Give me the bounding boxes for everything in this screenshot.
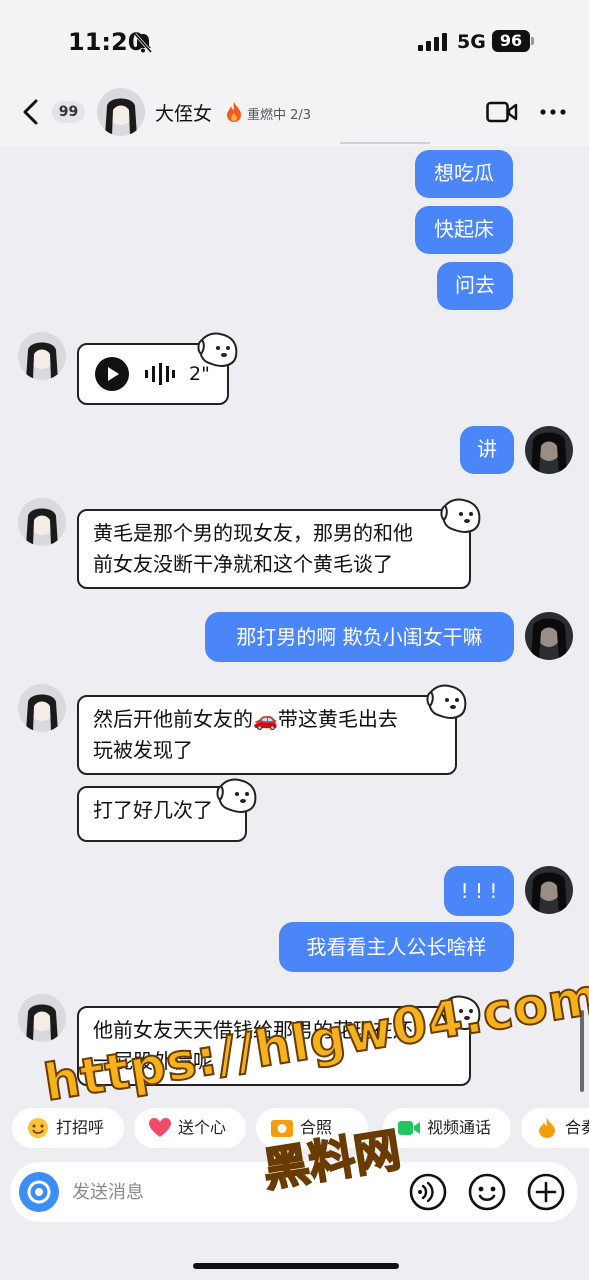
message-sent[interactable]: 讲 — [460, 426, 514, 474]
chip-label: 视频通话 — [427, 1118, 492, 1137]
video-call-icon[interactable] — [486, 100, 518, 124]
smile-emoji-icon — [28, 1118, 48, 1138]
avatar-image — [18, 994, 66, 1042]
avatar-image — [18, 684, 66, 732]
dog-bubble-decoration-icon — [197, 332, 238, 367]
my-avatar[interactable] — [525, 612, 573, 660]
play-icon[interactable] — [95, 357, 129, 391]
message-line: 前女友没断干净就和这个黄毛谈了 — [93, 552, 393, 576]
video-call-icon — [398, 1121, 420, 1135]
signal-icon — [418, 33, 447, 51]
message-line: 玩被发现了 — [93, 738, 193, 762]
quick-action-greet[interactable]: 打招呼 — [12, 1108, 124, 1148]
camera-button[interactable] — [19, 1172, 59, 1212]
heart-icon — [149, 1118, 171, 1137]
plus-icon[interactable] — [526, 1172, 566, 1212]
message-received[interactable]: 黄毛是那个男的现女友，那男的和他 前女友没断干净就和这个黄毛谈了 — [77, 509, 471, 589]
message-sent[interactable]: 想吃瓜 — [415, 150, 513, 198]
bell-muted-icon — [133, 33, 153, 53]
back-icon[interactable] — [20, 98, 42, 126]
network-type: 5G — [457, 31, 486, 53]
contact-avatar[interactable] — [97, 88, 145, 136]
message-sent[interactable]: 问去 — [437, 262, 513, 310]
voice-input-icon[interactable] — [408, 1172, 448, 1212]
status-bar: 11:20 5G 96 — [0, 0, 589, 88]
my-avatar[interactable] — [525, 866, 573, 914]
message-sent[interactable]: 快起床 — [415, 206, 513, 254]
my-avatar[interactable] — [525, 426, 573, 474]
avatar-image — [525, 866, 573, 914]
contact-avatar[interactable] — [18, 332, 66, 380]
dog-bubble-decoration-icon — [426, 684, 467, 719]
avatar-image — [97, 88, 145, 136]
quick-action-ensemble[interactable]: 合奏 — [521, 1108, 589, 1148]
more-options-icon[interactable] — [540, 109, 566, 115]
message-sent[interactable]: 我看看主人公长啥样 — [279, 922, 514, 972]
avatar-image — [18, 332, 66, 380]
flame-icon — [227, 102, 241, 122]
quick-action-video-call[interactable]: 视频通话 — [383, 1108, 511, 1148]
battery-level: 96 — [492, 30, 530, 52]
top-divider — [340, 142, 430, 144]
chip-label: 打招呼 — [56, 1118, 105, 1137]
message-received[interactable]: 然后开他前女友的🚗带这黄毛出去 玩被发现了 — [77, 695, 457, 775]
unread-badge[interactable]: 99 — [52, 101, 85, 123]
emoji-icon[interactable] — [467, 1172, 507, 1212]
message-sent[interactable]: 那打男的啊 欺负小闺女干嘛 — [205, 612, 514, 662]
avatar-image — [18, 498, 66, 546]
chat-header: 99 大侄女 重燃中 2/3 — [0, 88, 589, 146]
message-sent[interactable]: ! ! ! — [444, 866, 514, 916]
contact-avatar[interactable] — [18, 684, 66, 732]
dog-bubble-decoration-icon — [440, 498, 481, 533]
streak-status: 重燃中 2/3 — [247, 108, 312, 123]
chip-label: 送个心 — [178, 1118, 227, 1137]
contact-name[interactable]: 大侄女 — [155, 99, 212, 126]
dog-bubble-decoration-icon — [216, 778, 257, 813]
avatar-image — [525, 426, 573, 474]
waveform-icon — [145, 363, 175, 385]
avatar-image — [525, 612, 573, 660]
contact-avatar[interactable] — [18, 498, 66, 546]
quick-action-heart[interactable]: 送个心 — [134, 1108, 246, 1148]
home-indicator — [193, 1263, 399, 1269]
message-line: 然后开他前女友的🚗带这黄毛出去 — [93, 707, 398, 731]
chip-label: 合奏 — [565, 1118, 589, 1137]
contact-avatar[interactable] — [18, 994, 66, 1042]
camera-icon — [27, 1180, 51, 1204]
message-line: 黄毛是那个男的现女友，那男的和他 — [93, 521, 413, 545]
battery-tip — [531, 37, 534, 45]
flame-icon — [539, 1118, 555, 1138]
